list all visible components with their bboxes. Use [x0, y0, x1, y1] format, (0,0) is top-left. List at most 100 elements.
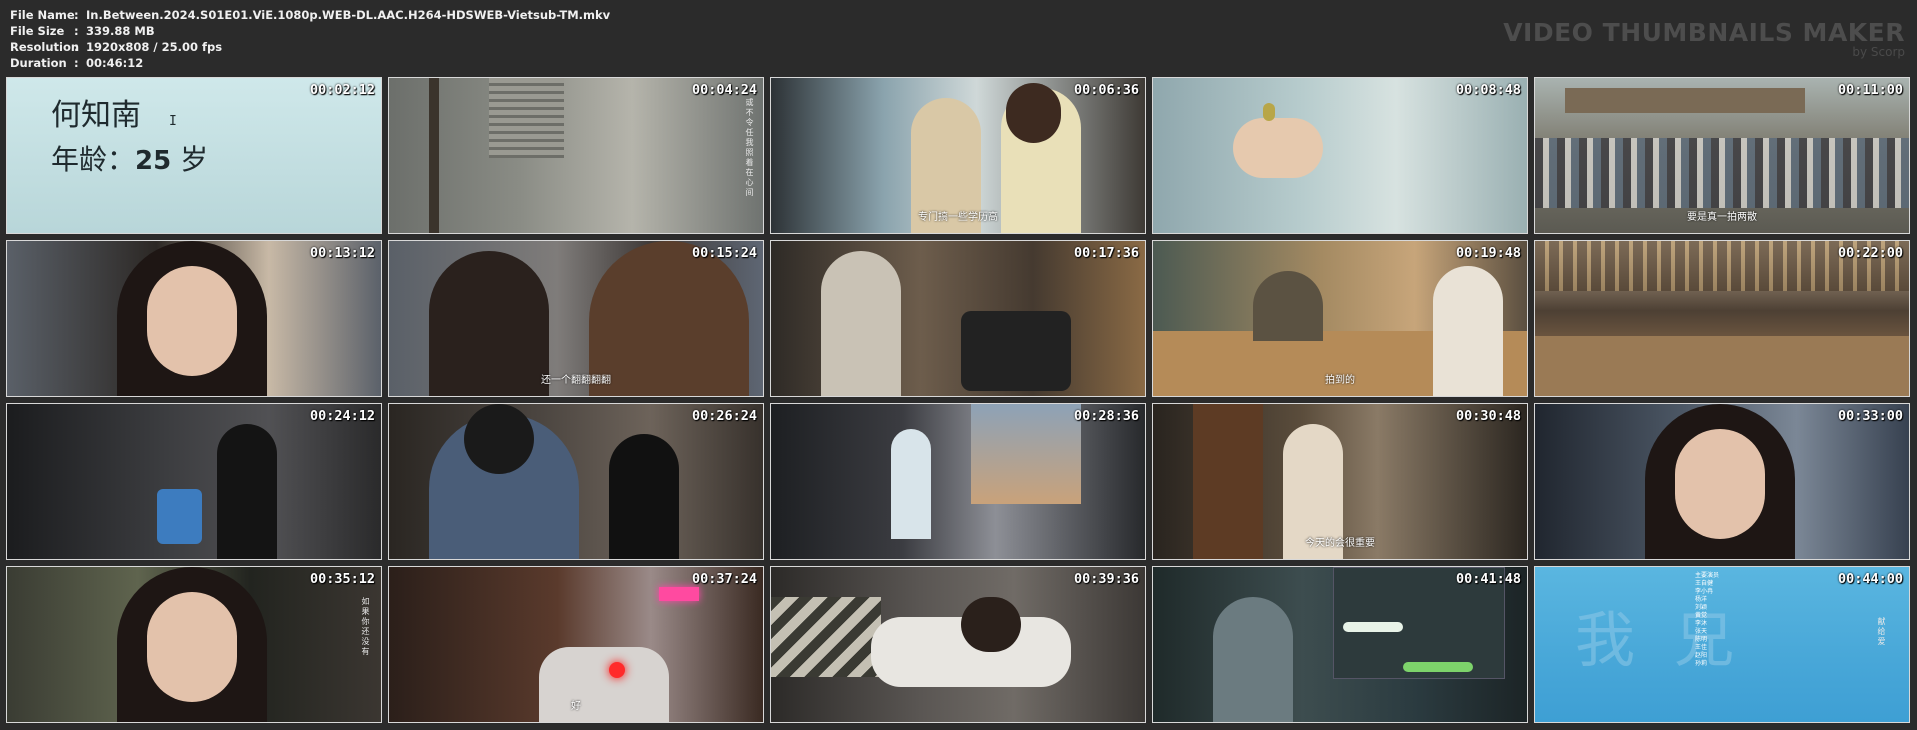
file-info-row: Duration:00:46:12 [10, 55, 610, 71]
head [961, 597, 1021, 652]
brand-byline: by Scorp [1852, 45, 1905, 59]
thumbnail-hand-holding-object[interactable]: 00:08:48 [1152, 77, 1528, 234]
title-card-name: 何知南 [51, 98, 141, 133]
tree-trunk [429, 78, 439, 233]
timestamp: 00:13:12 [309, 245, 375, 261]
woman [217, 424, 277, 559]
subtitle: 专门搞一些学历高 [918, 212, 998, 223]
face [147, 592, 237, 702]
thumbnail-dinner-table[interactable]: 拍到的 00:19:48 [1152, 240, 1528, 397]
subtitle: 还一个翻翻翻翻 [541, 375, 611, 386]
subtitle: 好 [571, 701, 581, 712]
hair [1006, 83, 1061, 143]
thumbnail-woman-closeup-alley[interactable]: 如果你还没有 00:35:12 [6, 566, 382, 723]
pillow [771, 597, 881, 677]
credit-entry: 王自健 [1695, 580, 1714, 587]
thumbnail-two-women-sitting[interactable]: 还一个翻翻翻翻 00:15:24 [388, 240, 764, 397]
thumbnail-crowd-audience[interactable]: 00:33:00 [1534, 403, 1910, 560]
title-card-age: 年龄：25 岁 [51, 138, 208, 178]
thumbnail-man-lying-bed[interactable]: 00:39:36 [770, 566, 1146, 723]
object [1263, 103, 1275, 121]
vertical-lyrics: 或不令任我照着在心间 [745, 98, 754, 198]
thumbnail-gym[interactable]: 00:17:36 [770, 240, 1146, 397]
timestamp: 00:19:48 [1455, 245, 1521, 261]
face [1675, 429, 1765, 539]
thumbnail-office-two-women[interactable]: 专门搞一些学历高 00:06:36 [770, 77, 1146, 234]
file-info-value: 00:46:12 [86, 56, 144, 70]
woman [891, 429, 931, 539]
text-cursor-icon: I [169, 114, 177, 129]
subtitle: 要是真一拍两散 [1687, 212, 1757, 223]
timestamp: 00:08:48 [1455, 82, 1521, 98]
hand [1233, 118, 1323, 178]
credit-entry: 杨洋 [1695, 596, 1708, 603]
file-info-row: File Size:339.88 MB [10, 23, 610, 39]
thumbnail-title-card-name-age[interactable]: 何知南年龄：25 岁 I 00:02:12 [6, 77, 382, 234]
file-info-row: File Name: In.Between.2024.S01E01.ViE.108… [10, 7, 610, 23]
credit-entry: 刘颖 [1695, 604, 1708, 611]
woman [821, 251, 901, 396]
man [1253, 271, 1323, 341]
brand-watermark: VIDEO THUMBNAILS MAKER by Scorp [1503, 20, 1905, 59]
thumbnail-man-at-computer[interactable]: 00:41:48 [1152, 566, 1528, 723]
thumbnail-night-street-car[interactable]: 好 00:37:24 [388, 566, 764, 723]
credit-entry: 主要演员 [1695, 572, 1720, 579]
man-head [464, 404, 534, 474]
roof [1565, 88, 1805, 113]
timestamp: 00:33:00 [1837, 408, 1903, 424]
thumbnail-street-stairs[interactable]: 或不令任我照着在心间 00:04:24 [388, 77, 764, 234]
credit-entry: 孙莉 [1695, 660, 1708, 667]
file-info-key: Resolution [10, 40, 80, 54]
thumbnail-grid: 何知南 年龄：25 岁 I 00:02:12 或不令任我照着在心间 00:04:24 专门搞… [6, 77, 1910, 723]
credit-entry: 陈明 [1695, 636, 1708, 643]
bike [961, 311, 1071, 391]
file-info-key: Duration [10, 56, 67, 70]
file-info-key: File Name [10, 8, 75, 22]
timestamp: 00:04:24 [691, 82, 757, 98]
thumbnail-bar-counter[interactable]: 00:22:00 [1534, 240, 1910, 397]
vertical-lyrics: 如果你还没有 [361, 597, 370, 657]
chat-bubble-green [1403, 662, 1473, 672]
thumbnail-man-woman-kitchen-table[interactable]: 00:26:24 [388, 403, 764, 560]
credit-entry: 黄觉 [1695, 612, 1708, 619]
credit-entry: 赵阳 [1695, 652, 1708, 659]
timestamp: 00:35:12 [309, 571, 375, 587]
timestamp: 00:28:36 [1073, 408, 1139, 424]
file-info-separator: : [74, 40, 79, 54]
credits-side-text: 献给爱 [1877, 617, 1886, 647]
timestamp: 00:41:48 [1455, 571, 1521, 587]
thumbnail-woman-closeup-bangs[interactable]: 00:13:12 [6, 240, 382, 397]
timestamp: 00:06:36 [1073, 82, 1139, 98]
credit-entry: 李小冉 [1695, 588, 1714, 595]
thumbnail-busy-street-market[interactable]: 要是真一拍两散 00:11:00 [1534, 77, 1910, 234]
timestamp: 00:26:24 [691, 408, 757, 424]
credit-entry: 王佳 [1695, 644, 1708, 651]
blue-bucket [157, 489, 202, 544]
timestamp: 00:02:12 [309, 82, 375, 98]
timestamp: 00:15:24 [691, 245, 757, 261]
face [147, 266, 237, 376]
subtitle: 拍到的 [1325, 375, 1355, 386]
timestamp: 00:22:00 [1837, 245, 1903, 261]
subtitle: 今天的会很重要 [1305, 538, 1375, 549]
thumbnail-woman-at-desk-window[interactable]: 00:28:36 [770, 403, 1146, 560]
file-info-separator: : [74, 24, 79, 38]
thumbnail-dark-room-woman[interactable]: 00:24:12 [6, 403, 382, 560]
timestamp: 00:17:36 [1073, 245, 1139, 261]
credits-list: 主要演员 王自健 李小冉 杨洋 刘颖 黄觉 李沐 张天 陈明 王佳 赵阳 孙莉 [1695, 572, 1719, 668]
window-city [971, 404, 1081, 504]
file-info-value: 1920x808 / 25.00 fps [86, 40, 223, 54]
counter [1535, 336, 1909, 396]
thumbnail-credits-blue[interactable]: 我 兄主要演员 王自健 李小冉 杨洋 刘颖 黄觉 李沐 张天 陈明 王佳 赵阳 孙莉 献给爱 00:44:… [1534, 566, 1910, 723]
header: File Name: In.Between.2024.S01E01.ViE.108… [0, 0, 1917, 76]
stairs [489, 78, 564, 158]
age-label: 年龄： [51, 143, 136, 176]
thumbnail-woman-in-doorway[interactable]: 今天的会很重要 00:30:48 [1152, 403, 1528, 560]
file-info-key: File Size [10, 24, 65, 38]
file-info-value: 339.88 MB [86, 24, 155, 38]
tail-light [609, 662, 625, 678]
woman [609, 434, 679, 559]
file-info-value: In.Between.2024.S01E01.ViE.1080p.WEB-DL.… [86, 8, 611, 22]
age-value: 25 [135, 146, 172, 176]
neon-sign [659, 587, 699, 601]
